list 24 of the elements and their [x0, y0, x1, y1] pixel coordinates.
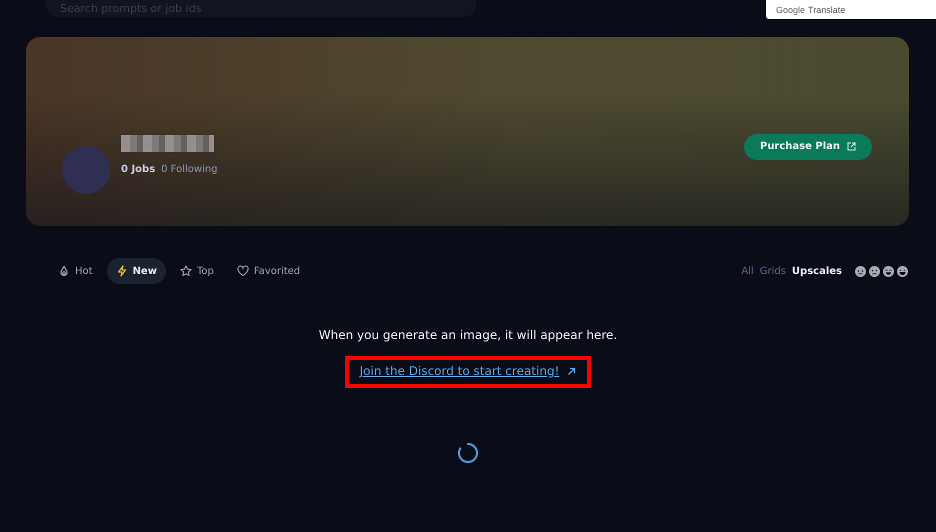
translate-label: Translate	[808, 4, 846, 14]
emoji-filter-button[interactable]	[883, 266, 894, 276]
feed-tab[interactable]: Hot	[49, 258, 102, 284]
emoji-filter-button[interactable]	[869, 266, 880, 276]
discord-link[interactable]: Join the Discord to start creating!	[360, 364, 560, 378]
avatar-placeholder	[62, 146, 110, 194]
jobs-count: 0 Jobs	[121, 164, 156, 174]
lightning-icon	[116, 265, 128, 277]
flame-icon	[58, 265, 70, 277]
star-icon	[180, 265, 192, 277]
empty-state-message: When you generate an image, it will appear here.	[318, 328, 618, 342]
emoji-filter-button[interactable]	[855, 266, 866, 276]
heart-icon	[236, 265, 249, 277]
following-count[interactable]: 0 Following	[161, 164, 218, 174]
filter-tab[interactable]: Upscales	[788, 266, 845, 276]
external-link-icon	[847, 142, 856, 151]
feed-tab[interactable]: Top	[170, 258, 223, 284]
purchase-plan-button[interactable]: Purchase Plan	[744, 134, 872, 160]
arrow-icon	[567, 366, 576, 376]
loading-spinner-icon	[457, 442, 479, 464]
feed-tab[interactable]: New	[106, 258, 166, 284]
emoji-filter-button[interactable]	[897, 266, 908, 276]
google-logo-text: Google	[776, 4, 806, 14]
feed-tab[interactable]: Favorited	[228, 258, 310, 284]
